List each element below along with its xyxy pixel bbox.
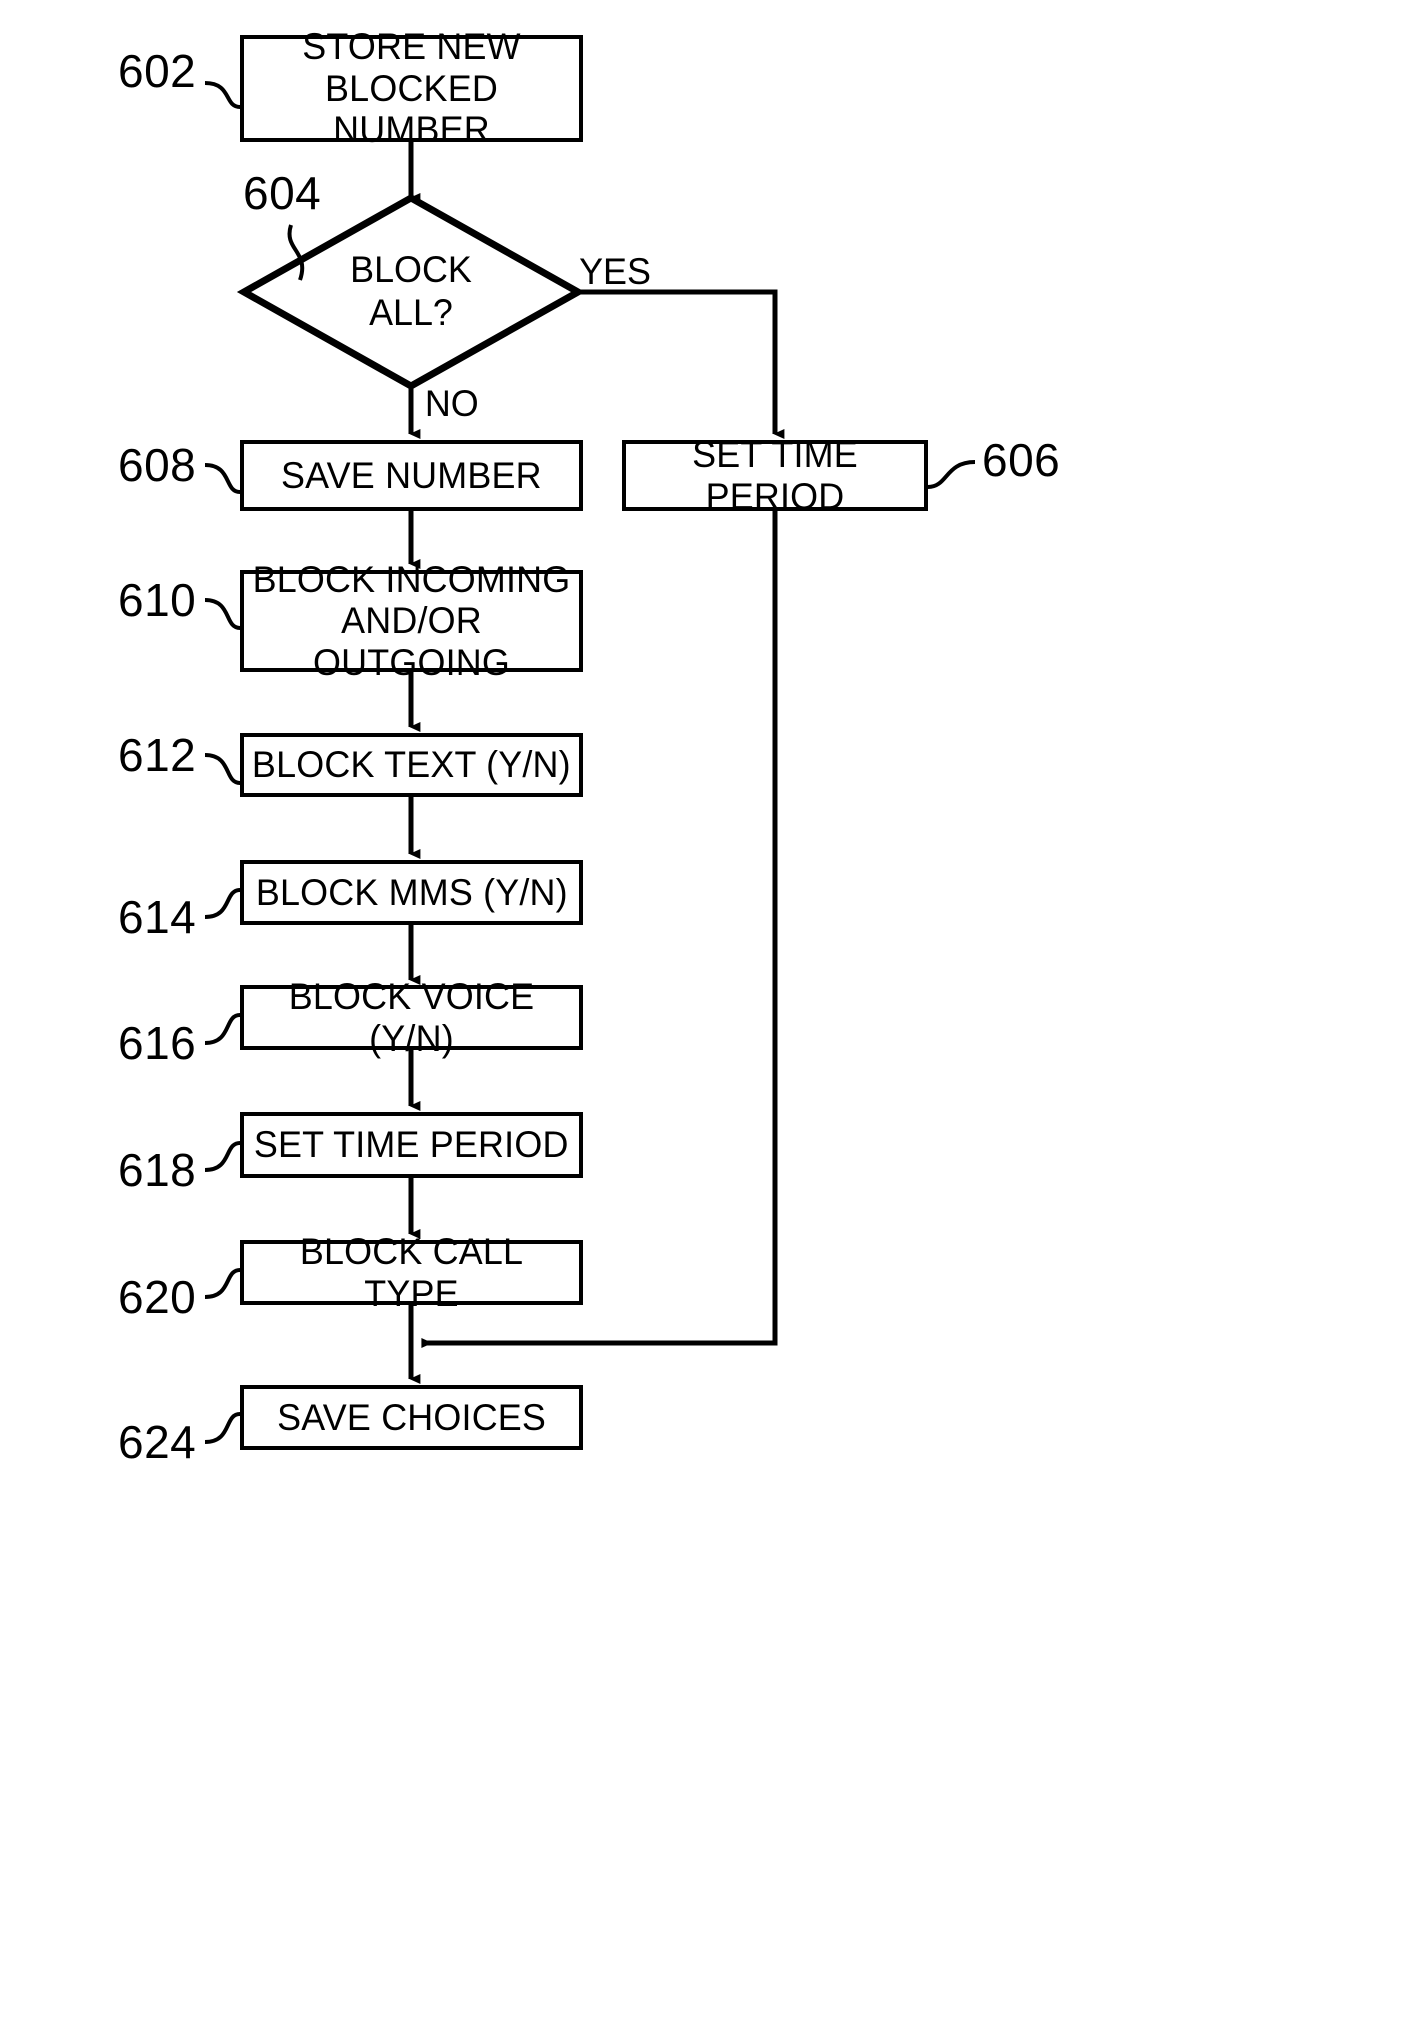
leader-608 <box>204 463 241 494</box>
ref-numeral-604: 604 <box>243 167 322 219</box>
ref-numeral-608: 608 <box>118 439 197 491</box>
node-620-block-call-type[interactable]: BLOCK CALL TYPE <box>240 1231 583 1314</box>
node-614-label: BLOCK MMS (Y/N) <box>255 871 568 913</box>
ref-numeral-618: 618 <box>118 1144 197 1196</box>
flowchart-canvas: STORE NEW BLOCKED NUMBER 602 BLOCK ALL? … <box>0 0 1414 2043</box>
leader-616 <box>204 1013 241 1045</box>
edge-label-no: NO <box>424 383 479 424</box>
ref-numeral-612: 612 <box>118 729 197 781</box>
ref-numeral-624: 624 <box>118 1416 197 1468</box>
node-612-label: BLOCK TEXT (Y/N) <box>252 744 571 786</box>
node-604-label: BLOCK ALL? <box>350 249 472 333</box>
leader-612 <box>204 753 241 785</box>
ref-numeral-610: 610 <box>118 574 197 626</box>
node-616-block-voice[interactable]: BLOCK VOICE (Y/N) <box>240 976 583 1059</box>
node-602-label: STORE NEW BLOCKED NUMBER <box>302 26 521 151</box>
leader-614 <box>204 888 241 919</box>
leader-610 <box>204 598 241 630</box>
node-624-save-choices[interactable]: SAVE CHOICES <box>240 1385 583 1450</box>
ref-numeral-620: 620 <box>118 1271 197 1323</box>
leader-602 <box>204 81 241 109</box>
node-606-set-time-period[interactable]: SET TIME PERIOD <box>622 434 928 517</box>
ref-numeral-614: 614 <box>118 891 197 943</box>
leader-620 <box>204 1268 241 1299</box>
node-608-save-number[interactable]: SAVE NUMBER <box>240 440 583 511</box>
node-610-label: BLOCK INCOMING AND/OR OUTGOING <box>252 558 571 683</box>
node-618-set-time-period[interactable]: SET TIME PERIOD <box>240 1112 583 1178</box>
node-616-label: BLOCK VOICE (Y/N) <box>288 976 535 1059</box>
node-606-label: SET TIME PERIOD <box>692 434 858 517</box>
node-612-block-text[interactable]: BLOCK TEXT (Y/N) <box>240 733 583 797</box>
node-620-label: BLOCK CALL TYPE <box>299 1231 524 1314</box>
leader-624 <box>204 1412 241 1444</box>
leader-618 <box>204 1141 241 1172</box>
connector-layer <box>204 81 976 1444</box>
ref-numeral-616: 616 <box>118 1017 197 1069</box>
edge-label-yes: YES <box>579 251 651 292</box>
node-610-block-incoming-outgoing[interactable]: BLOCK INCOMING AND/OR OUTGOING <box>240 559 583 683</box>
leader-606 <box>927 460 976 489</box>
node-624-label: SAVE CHOICES <box>277 1396 546 1438</box>
node-608-label: SAVE NUMBER <box>281 454 542 496</box>
node-604-block-all[interactable]: BLOCK ALL? <box>244 198 578 386</box>
node-614-block-mms[interactable]: BLOCK MMS (Y/N) <box>240 860 583 925</box>
edge-604-606-yes <box>578 289 785 439</box>
ref-numeral-606: 606 <box>982 434 1061 486</box>
node-602-store-new-blocked-number[interactable]: STORE NEW BLOCKED NUMBER <box>240 26 583 150</box>
ref-numeral-602: 602 <box>118 45 197 97</box>
node-618-label: SET TIME PERIOD <box>254 1124 569 1166</box>
